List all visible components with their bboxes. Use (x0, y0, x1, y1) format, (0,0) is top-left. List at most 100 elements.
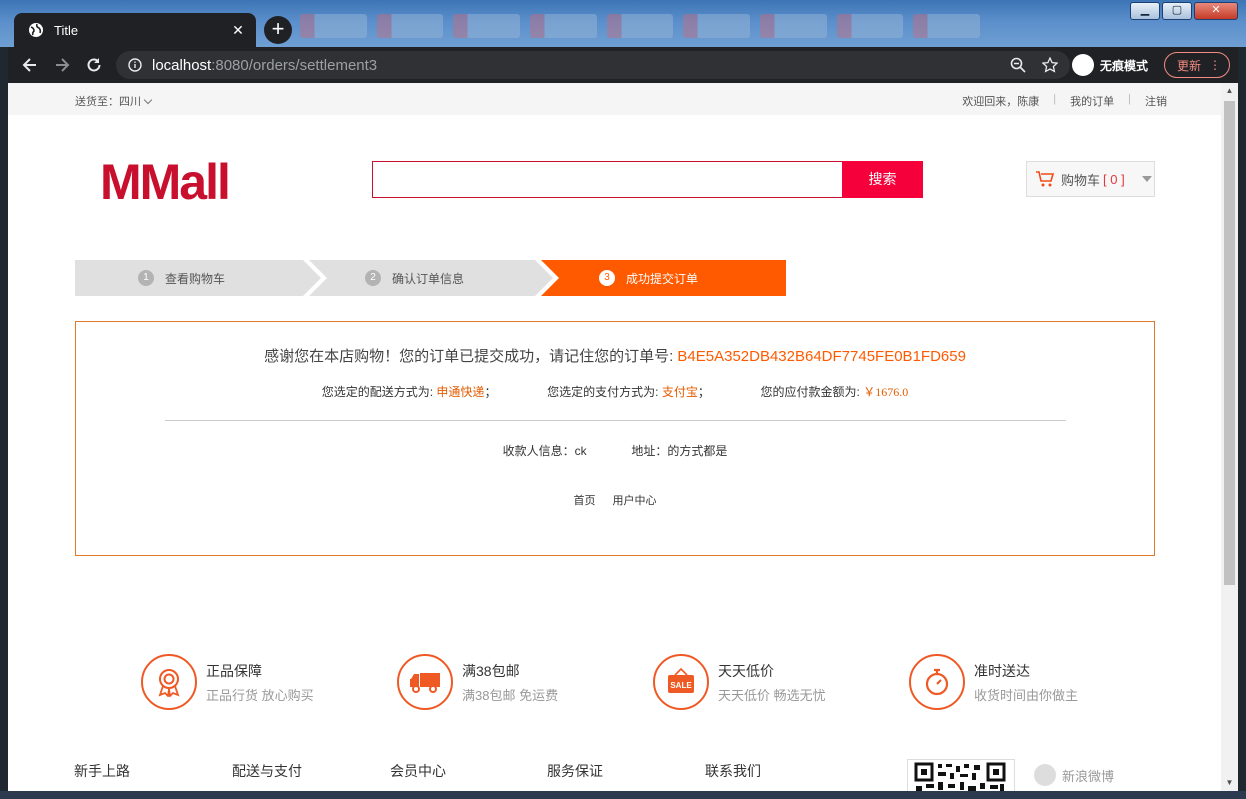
tab-close-icon[interactable]: ✕ (228, 22, 248, 39)
order-details: 您选定的配送方式为: 申通快递； 您选定的支付方式为: 支付宝； 您的应付款金额… (76, 383, 1154, 400)
feature-title: 满38包邮 (462, 662, 520, 679)
back-arrow-icon[interactable] (20, 55, 40, 75)
address-bar[interactable]: localhost:8080/orders/settlement3 (116, 51, 1070, 79)
separator: ； (484, 385, 497, 399)
ship-to-region: 四川 (119, 96, 141, 108)
url-host: localhost (152, 56, 212, 74)
incognito-label: 无痕模式 (1100, 58, 1149, 73)
stopwatch-icon (909, 654, 965, 710)
user-links: 欢迎回来，陈康 | 我的订单 | 注销 (962, 93, 1167, 109)
weibo-link[interactable]: 新浪微博 (1034, 764, 1114, 786)
tab-title: Title (54, 22, 79, 38)
feature-subtitle: 满38包邮 免运费 (462, 687, 559, 703)
payment-label: 您选定的支付方式为: (547, 385, 659, 399)
divider (165, 420, 1066, 421)
payment-value: 支付宝 (661, 385, 698, 399)
window-controls: ▁ ▢ ✕ (1130, 2, 1238, 20)
separator: ； (697, 385, 710, 399)
window-frame (0, 791, 1246, 799)
welcome-text: 欢迎回来，陈康 (962, 96, 1040, 108)
truck-icon (397, 654, 453, 710)
url-path: :8080/orders/settlement3 (211, 56, 378, 74)
feature-title: 天天低价 (718, 662, 774, 679)
site-topbar: 送货至：四川 欢迎回来，陈康 | 我的订单 | 注销 (8, 83, 1221, 115)
footer-column-title[interactable]: 服务保证 (547, 761, 603, 781)
qr-code-icon (907, 759, 1015, 791)
site-info-icon[interactable] (128, 58, 142, 72)
shopping-cart-icon (1036, 171, 1055, 187)
footer-column-title[interactable]: 联系我们 (705, 761, 761, 781)
feature-title: 正品保障 (206, 662, 262, 679)
caret-down-icon (1141, 176, 1152, 182)
footer-column-title[interactable]: 会员中心 (390, 761, 446, 781)
address-value: 的方式都是 (667, 444, 728, 458)
step-number: 1 (138, 270, 154, 286)
bookmark-star-icon[interactable] (1042, 57, 1058, 73)
browser-tab[interactable]: Title ✕ (14, 13, 256, 47)
step-label: 成功提交订单 (626, 271, 699, 286)
logout-link[interactable]: 注销 (1145, 93, 1167, 109)
receiver-info: 收款人信息：ck 地址：的方式都是 (76, 442, 1154, 459)
feature-subtitle: 正品行货 放心购买 (206, 687, 314, 703)
window-titlebar: Title ✕ + ▁ ▢ ✕ (0, 0, 1246, 47)
step-view-cart: 1 查看购物车 (138, 260, 225, 296)
incognito-icon (1072, 54, 1094, 76)
site-logo[interactable]: MMall (100, 153, 231, 211)
divider: | (1128, 93, 1131, 105)
user-center-link[interactable]: 用户中心 (613, 495, 657, 507)
service-features: 正品保障 正品行货 放心购买 满38包邮 满38包邮 免运费 SALE 天天低价… (141, 654, 1141, 714)
new-tab-button[interactable]: + (264, 16, 292, 44)
cart-button[interactable]: 购物车 [ 0 ] (1026, 161, 1155, 197)
my-orders-link[interactable]: 我的订单 (1070, 93, 1114, 109)
address-label: 地址： (631, 444, 668, 458)
page-scrollbar[interactable]: ▲ ▼ (1221, 83, 1238, 791)
window-close-button[interactable]: ✕ (1194, 2, 1238, 20)
footer-column-title[interactable]: 配送与支付 (232, 761, 302, 781)
feature-on-time: 准时送达 收货时间由你做主 (909, 654, 1078, 710)
receiver-value: ck (574, 444, 587, 458)
search-button[interactable]: 搜索 (842, 161, 923, 198)
divider: | (1053, 93, 1057, 105)
feature-low-price: SALE 天天低价 天天低价 畅选无忧 (653, 654, 826, 710)
feature-title: 准时送达 (974, 662, 1030, 679)
ship-to-selector[interactable]: 送货至：四川 (75, 93, 153, 109)
maximize-button[interactable]: ▢ (1162, 2, 1192, 20)
scroll-up-arrow-icon[interactable]: ▲ (1221, 83, 1238, 99)
order-success-panel: 感谢您在本店购物！您的订单已提交成功，请记住您的订单号: B4E5A352DB4… (75, 321, 1155, 556)
order-thanks-message: 感谢您在本店购物！您的订单已提交成功，请记住您的订单号: B4E5A352DB4… (76, 345, 1154, 366)
minimize-button[interactable]: ▁ (1130, 2, 1160, 20)
zoom-icon[interactable] (1010, 57, 1026, 73)
forward-arrow-icon[interactable] (52, 55, 72, 75)
feature-genuine: 正品保障 正品行货 放心购买 (141, 654, 314, 710)
thanks-text: 感谢您在本店购物！您的订单已提交成功，请记住您的订单号: (264, 348, 674, 365)
globe-icon (29, 23, 43, 37)
footer-column-title[interactable]: 新手上路 (74, 761, 130, 781)
update-button[interactable]: 更新 ⋮ (1164, 52, 1230, 78)
more-menu-icon[interactable]: ⋮ (1209, 58, 1221, 72)
weibo-icon (1034, 764, 1056, 786)
feature-subtitle: 天天低价 畅选无忧 (718, 687, 826, 703)
incognito-indicator[interactable]: 无痕模式 (1072, 52, 1148, 78)
search-input[interactable] (372, 161, 843, 198)
step-confirm-order: 2 确认订单信息 (365, 260, 464, 296)
chevron-down-icon (143, 95, 153, 105)
home-link[interactable]: 首页 (573, 495, 595, 507)
browser-toolbar: localhost:8080/orders/settlement3 无痕模式 更… (8, 47, 1238, 83)
svg-text:SALE: SALE (670, 681, 692, 690)
amount-value: ￥1676.0 (863, 385, 909, 399)
step-label: 确认订单信息 (392, 271, 465, 286)
scrollbar-thumb[interactable] (1224, 101, 1235, 585)
feature-subtitle: 收货时间由你做主 (974, 687, 1079, 703)
amount-label: 您的应付款金额为: (760, 385, 860, 399)
order-number: B4E5A352DB432B64DF7745FE0B1FD659 (677, 348, 966, 365)
receiver-label: 收款人信息： (502, 444, 575, 458)
delivery-label: 您选定的配送方式为: (321, 385, 434, 399)
background-tabs (300, 14, 981, 38)
step-label: 查看购物车 (165, 271, 226, 286)
scroll-down-arrow-icon[interactable]: ▼ (1221, 775, 1238, 791)
step-order-submitted: 3 成功提交订单 (599, 260, 698, 296)
reload-icon[interactable] (84, 55, 104, 75)
feature-free-shipping: 满38包邮 满38包邮 免运费 (397, 654, 558, 710)
delivery-value: 申通快递 (436, 385, 485, 399)
ship-to-label: 送货至： (75, 96, 119, 108)
